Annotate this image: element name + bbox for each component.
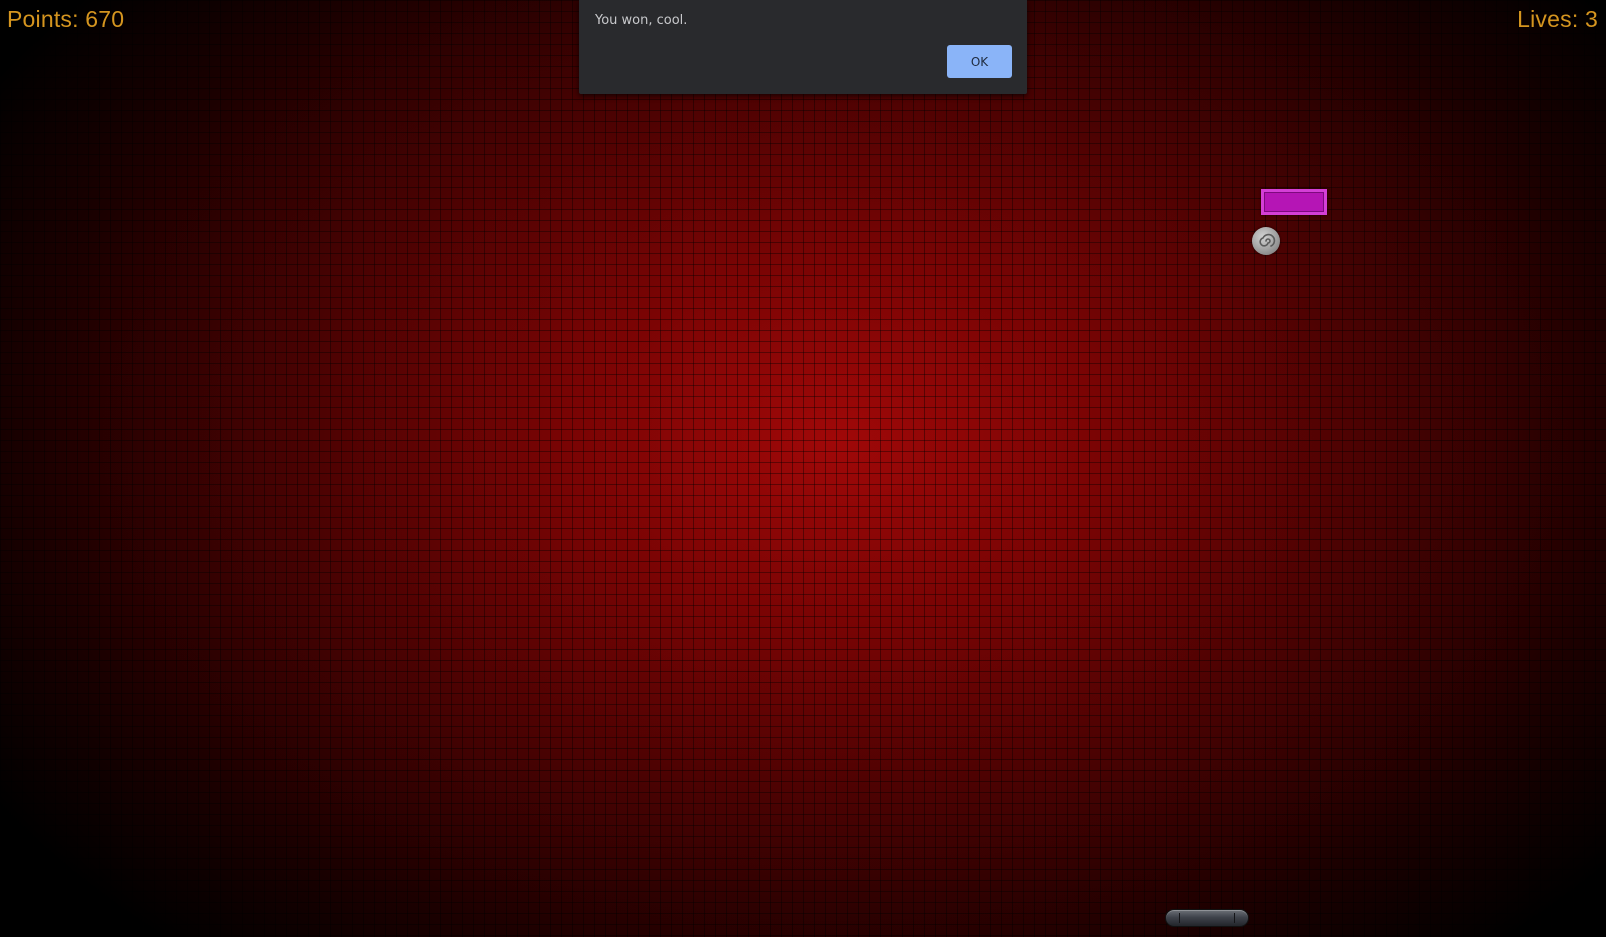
dialog-message: You won, cool.	[595, 13, 688, 28]
swirl-ball-icon	[1259, 233, 1276, 247]
paddle[interactable]	[1165, 909, 1249, 927]
lives-counter: Lives: 3	[1517, 6, 1598, 32]
ball	[1252, 227, 1280, 255]
paddle-segment	[1179, 913, 1180, 923]
alert-dialog: You won, cool. OK	[579, 0, 1027, 94]
points-counter: Points: 670	[7, 6, 125, 32]
brick	[1261, 189, 1327, 215]
grid-background	[0, 0, 1606, 937]
paddle-segment	[1234, 913, 1235, 923]
ok-button[interactable]: OK	[947, 45, 1012, 78]
game-canvas[interactable]: Points: 670 Lives: 3 You won, cool. OK	[0, 0, 1606, 937]
